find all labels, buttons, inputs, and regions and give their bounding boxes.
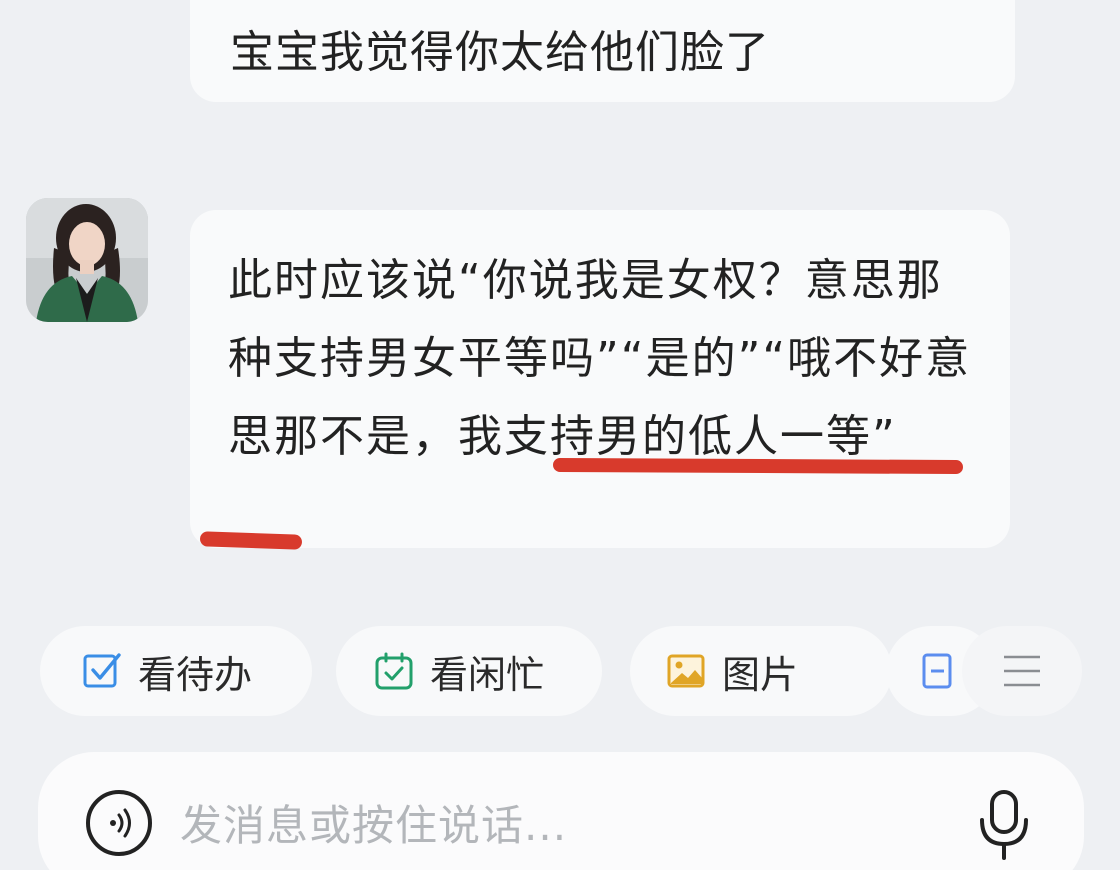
message-input[interactable]: 发消息或按住说话... — [180, 792, 567, 853]
todo-check-icon — [83, 653, 121, 688]
message-bubble-prev: 宝宝我觉得你太给他们脸了 — [190, 0, 1015, 102]
message-input-bar: 发消息或按住说话... — [38, 752, 1084, 870]
quick-action-label: 看待办 — [138, 652, 253, 697]
message-text: 此时应该说“你说我是女权？意思那种支持男女平等吗”“是的”“哦不好意思那不是，我… — [228, 242, 978, 476]
doc-icon — [922, 653, 952, 689]
quick-action-image[interactable]: 图片 — [630, 626, 892, 716]
chat-screen: 宝宝我觉得你太给他们脸了 此时应该说“你说我是女权？意思那种支持男女平等吗”“是… — [0, 0, 1120, 870]
highlighted-text: 我支持男的低人一等 — [458, 411, 872, 462]
avatar[interactable] — [26, 198, 148, 322]
voice-mode-button[interactable] — [86, 790, 152, 856]
calendar-check-icon — [375, 652, 413, 690]
quick-actions-bar: 看待办 看闲忙 图片 — [40, 626, 1120, 718]
image-icon — [667, 654, 705, 688]
microphone-icon[interactable] — [976, 788, 1032, 862]
quick-action-label: 看闲忙 — [430, 652, 545, 697]
quick-action-availability[interactable]: 看闲忙 — [336, 626, 602, 716]
avatar-photo — [26, 198, 148, 322]
message-text: 宝宝我觉得你太给他们脸了 — [230, 27, 770, 78]
message-bubble-reply: 此时应该说“你说我是女权？意思那种支持男女平等吗”“是的”“哦不好意思那不是，我… — [190, 210, 1010, 548]
quick-action-todo[interactable]: 看待办 — [40, 626, 312, 716]
voice-wave-icon — [110, 808, 131, 838]
quick-action-label: 图片 — [722, 652, 799, 697]
menu-icon — [1004, 655, 1040, 687]
more-menu-button[interactable] — [962, 626, 1082, 716]
message-text-part: ” — [872, 411, 897, 462]
red-underline-annotation — [552, 457, 964, 475]
